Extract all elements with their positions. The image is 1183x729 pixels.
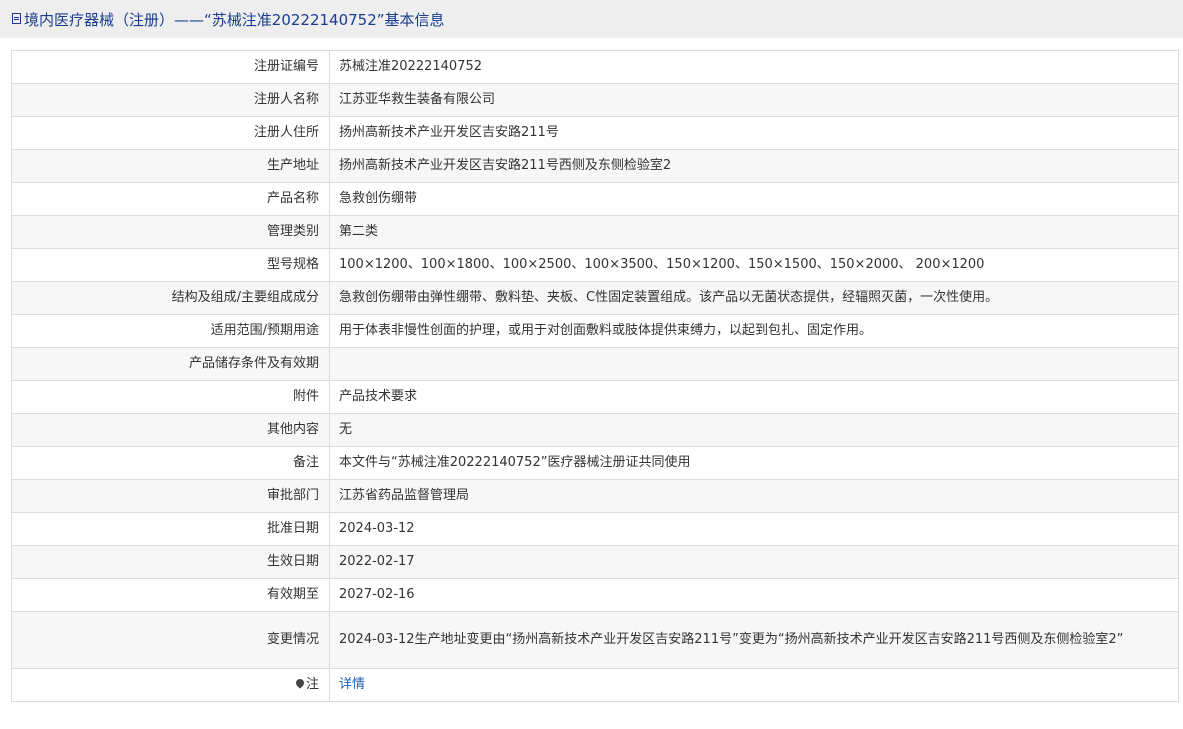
table-row: 生效日期 2022-02-17: [11, 545, 1179, 579]
row-value-registrant-name: 江苏亚华救生装备有限公司: [329, 83, 1179, 117]
row-label-structure-composition: 结构及组成/主要组成成分: [11, 281, 330, 315]
row-label-storage-conditions: 产品储存条件及有效期: [11, 347, 330, 381]
table-row: 生产地址 扬州高新技术产业开发区吉安路211号西侧及东侧检验室2: [11, 149, 1179, 183]
row-value-expiry-date: 2027-02-16: [329, 578, 1179, 612]
table-row: 批准日期 2024-03-12: [11, 512, 1179, 546]
row-value-effective-date: 2022-02-17: [329, 545, 1179, 579]
row-value-approval-date: 2024-03-12: [329, 512, 1179, 546]
row-label-attachment: 附件: [11, 380, 330, 414]
row-label-other-content: 其他内容: [11, 413, 330, 447]
row-label-model-spec: 型号规格: [11, 248, 330, 282]
row-value-product-name: 急救创伤绷带: [329, 182, 1179, 216]
row-value-approval-department: 江苏省药品监督管理局: [329, 479, 1179, 513]
row-value-structure-composition: 急救创伤绷带由弹性绷带、敷料垫、夹板、C性固定装置组成。该产品以无菌状态提供，经…: [329, 281, 1179, 315]
info-table-wrapper: 注册证编号 苏械注准20222140752 注册人名称 江苏亚华救生装备有限公司…: [11, 50, 1179, 702]
document-icon: [12, 12, 21, 24]
pin-icon: [294, 677, 306, 689]
row-label-product-name: 产品名称: [11, 182, 330, 216]
row-label-change-history: 变更情况: [11, 611, 330, 669]
row-value-change-history: 2024-03-12生产地址变更由“扬州高新技术产业开发区吉安路211号”变更为…: [329, 611, 1179, 669]
note-label-cell: 注: [11, 668, 330, 702]
page-header: 境内医疗器械（注册）——“苏械注准20222140752”基本信息: [0, 0, 1183, 38]
row-value-management-category: 第二类: [329, 215, 1179, 249]
table-row: 审批部门 江苏省药品监督管理局: [11, 479, 1179, 513]
row-value-registrant-address: 扬州高新技术产业开发区吉安路211号: [329, 116, 1179, 150]
row-label-approval-date: 批准日期: [11, 512, 330, 546]
table-row: 管理类别 第二类: [11, 215, 1179, 249]
note-value-cell: 详情: [329, 668, 1179, 702]
row-value-registration-number: 苏械注准20222140752: [329, 50, 1179, 84]
row-label-registrant-address: 注册人住所: [11, 116, 330, 150]
row-value-intended-use: 用于体表非慢性创面的护理，或用于对创面敷料或肢体提供束缚力，以起到包扎、固定作用…: [329, 314, 1179, 348]
table-row: 备注 本文件与“苏械注准20222140752”医疗器械注册证共同使用: [11, 446, 1179, 480]
row-label-expiry-date: 有效期至: [11, 578, 330, 612]
table-row: 型号规格 100×1200、100×1800、100×2500、100×3500…: [11, 248, 1179, 282]
table-row: 有效期至 2027-02-16: [11, 578, 1179, 612]
info-table: 注册证编号 苏械注准20222140752 注册人名称 江苏亚华救生装备有限公司…: [11, 50, 1179, 702]
table-row: 附件 产品技术要求: [11, 380, 1179, 414]
row-label-registration-number: 注册证编号: [11, 50, 330, 84]
table-row: 产品储存条件及有效期: [11, 347, 1179, 381]
row-label-registrant-name: 注册人名称: [11, 83, 330, 117]
row-label-remarks: 备注: [11, 446, 330, 480]
row-value-model-spec: 100×1200、100×1800、100×2500、100×3500、150×…: [329, 248, 1179, 282]
table-row: 注册证编号 苏械注准20222140752: [11, 50, 1179, 84]
details-link[interactable]: 详情: [339, 677, 365, 692]
row-value-remarks: 本文件与“苏械注准20222140752”医疗器械注册证共同使用: [329, 446, 1179, 480]
row-value-production-address: 扬州高新技术产业开发区吉安路211号西侧及东侧检验室2: [329, 149, 1179, 183]
table-row: 注册人名称 江苏亚华救生装备有限公司: [11, 83, 1179, 117]
table-row-note: 注 详情: [11, 668, 1179, 702]
table-row: 其他内容 无: [11, 413, 1179, 447]
row-label-approval-department: 审批部门: [11, 479, 330, 513]
table-row: 注册人住所 扬州高新技术产业开发区吉安路211号: [11, 116, 1179, 150]
table-row: 变更情况 2024-03-12生产地址变更由“扬州高新技术产业开发区吉安路211…: [11, 611, 1179, 669]
table-row: 结构及组成/主要组成成分 急救创伤绷带由弹性绷带、敷料垫、夹板、C性固定装置组成…: [11, 281, 1179, 315]
row-value-attachment: 产品技术要求: [329, 380, 1179, 414]
row-label-effective-date: 生效日期: [11, 545, 330, 579]
row-label-management-category: 管理类别: [11, 215, 330, 249]
page-title: 境内医疗器械（注册）——“苏械注准20222140752”基本信息: [24, 10, 445, 29]
note-label: 注: [305, 677, 319, 692]
row-label-production-address: 生产地址: [11, 149, 330, 183]
row-value-storage-conditions: [329, 347, 1179, 381]
table-row: 适用范围/预期用途 用于体表非慢性创面的护理，或用于对创面敷料或肢体提供束缚力，…: [11, 314, 1179, 348]
row-label-intended-use: 适用范围/预期用途: [11, 314, 330, 348]
row-value-other-content: 无: [329, 413, 1179, 447]
table-row: 产品名称 急救创伤绷带: [11, 182, 1179, 216]
